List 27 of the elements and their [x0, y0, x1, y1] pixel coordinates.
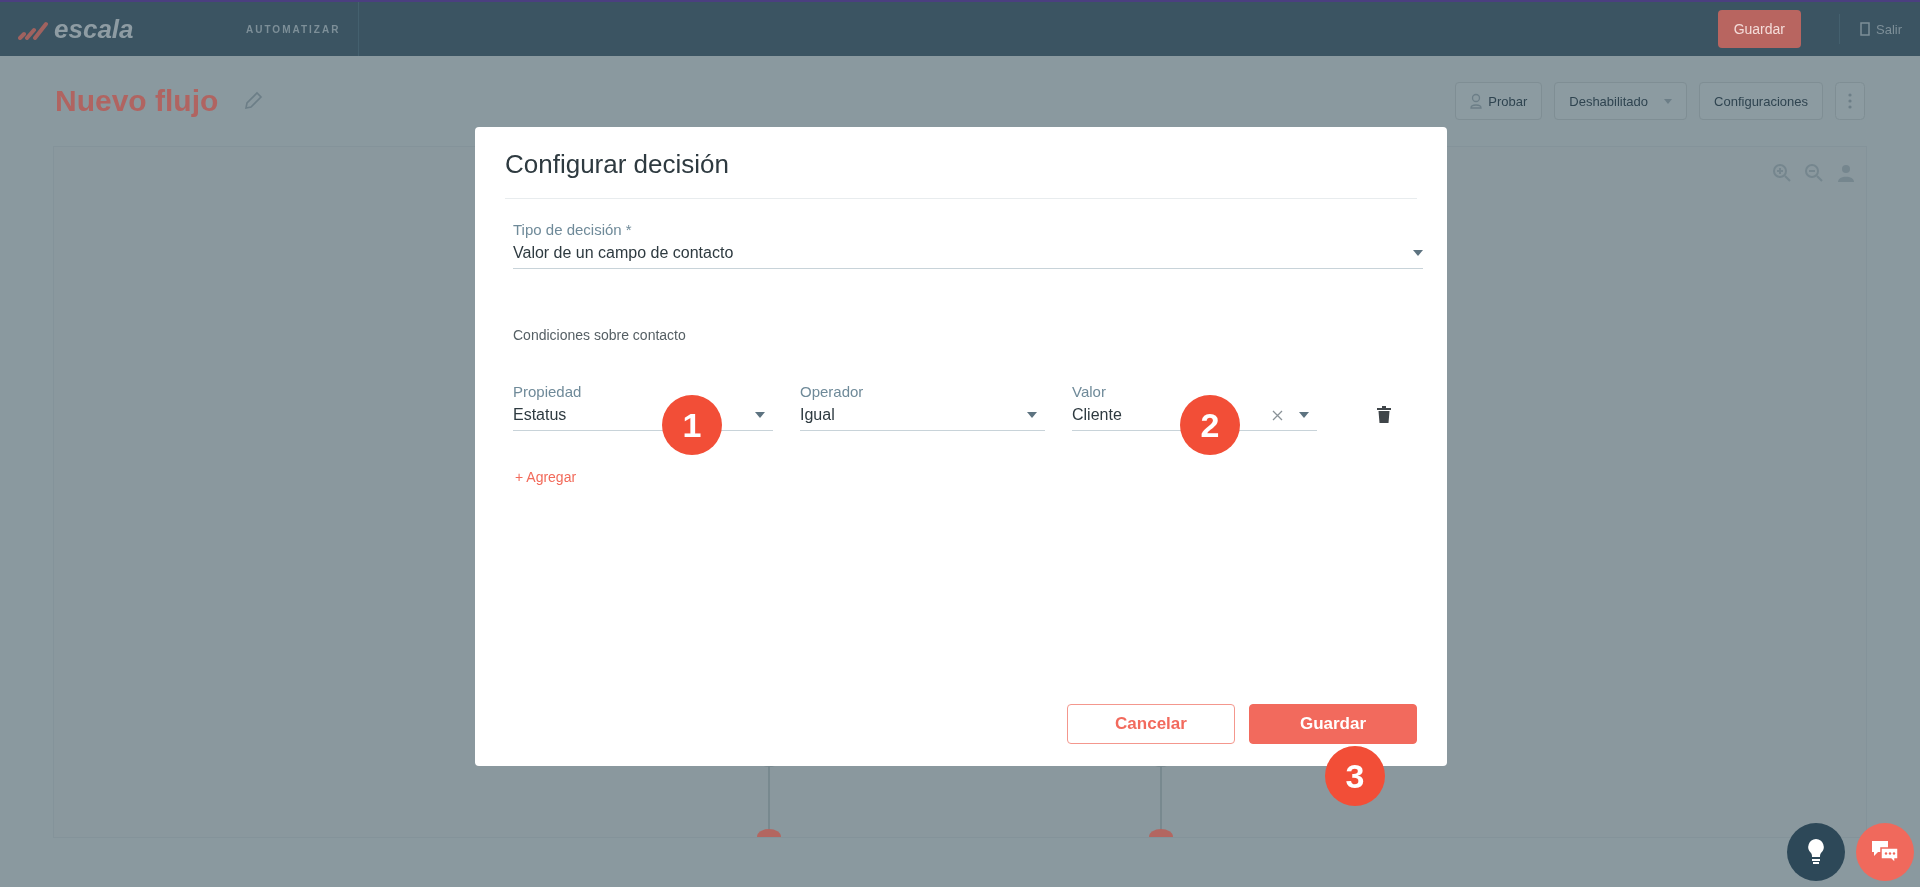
toolbar-button[interactable]: Probar — [1455, 82, 1543, 120]
chat-button[interactable] — [1856, 823, 1914, 881]
logo-text: escala — [54, 13, 134, 45]
toolbar-button[interactable]: Configuraciones — [1699, 82, 1823, 120]
section-label: AUTOMATIZAR — [228, 2, 360, 56]
section-heading: Condiciones sobre contacto — [513, 327, 687, 343]
chevron-icon — [1664, 98, 1673, 104]
decision-type-select[interactable]: Tipo de decisión * Valor de un campo de contacto — [513, 221, 1423, 269]
tips-button[interactable] — [1787, 823, 1845, 881]
toolbar-button[interactable]: Deshabilitado — [1554, 82, 1688, 120]
page-title: Nuevo flujo — [55, 84, 219, 118]
door-icon — [1860, 22, 1870, 36]
exit-link[interactable]: Salir — [1839, 14, 1902, 44]
clear-icon[interactable] — [1272, 409, 1283, 421]
condition-select[interactable]: Operador Igual — [800, 383, 1045, 431]
cancel-button[interactable]: Cancelar — [1067, 704, 1235, 744]
dialog-title: Configurar decisión — [505, 149, 1417, 199]
caret-icon — [1299, 412, 1309, 418]
caret-icon — [1027, 412, 1037, 418]
trash-icon[interactable] — [1377, 406, 1391, 423]
add-link[interactable]: + Agregar — [515, 469, 577, 485]
caret-icon — [755, 412, 765, 418]
caret-icon — [1413, 250, 1423, 256]
save-button[interactable]: Guardar — [1717, 10, 1801, 48]
save-button[interactable]: Guardar — [1249, 704, 1417, 744]
person-icon — [1470, 93, 1483, 109]
lightbulb-icon — [1806, 838, 1826, 866]
